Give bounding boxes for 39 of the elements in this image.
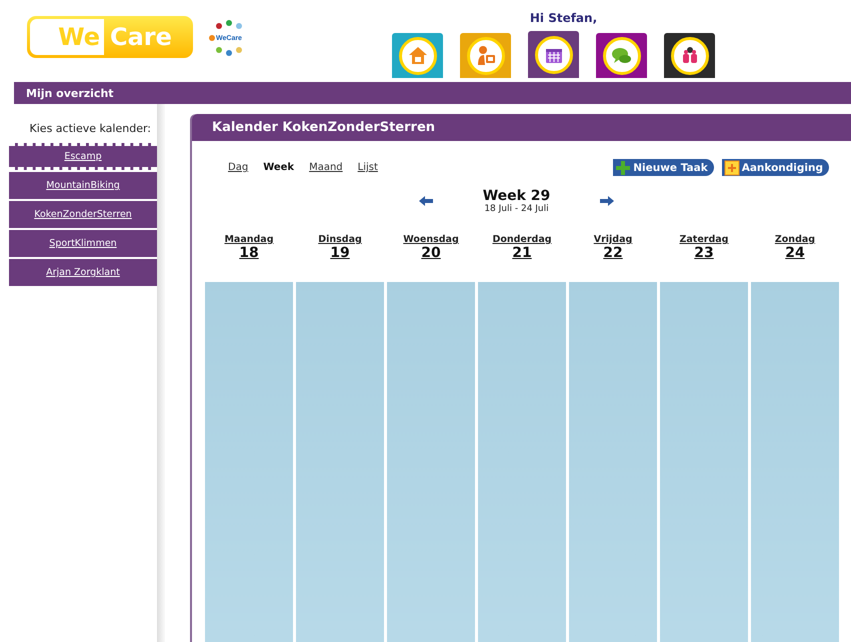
- calendar-item[interactable]: MountainBiking: [9, 172, 157, 199]
- announcement-button[interactable]: Aankondiging: [722, 159, 829, 176]
- day-date[interactable]: 21: [512, 245, 532, 261]
- day-name[interactable]: Maandag: [224, 234, 274, 245]
- day-date[interactable]: 24: [785, 245, 805, 261]
- day-name[interactable]: Donderdag: [492, 234, 552, 245]
- day-name[interactable]: Dinsdag: [318, 234, 362, 245]
- note-plus-icon: [724, 160, 740, 176]
- panel-title: Kalender KokenZonderSterren: [192, 114, 851, 141]
- view-link[interactable]: Maand: [309, 162, 343, 173]
- day-name[interactable]: Woensdag: [403, 234, 459, 245]
- calendar-item[interactable]: KokenZonderSterren: [9, 201, 157, 228]
- new-task-button[interactable]: Nieuwe Taak: [613, 159, 714, 176]
- nav-tab[interactable]: [596, 33, 647, 78]
- view-link[interactable]: Week: [263, 162, 294, 173]
- calendar-item[interactable]: Arjan Zorgklant: [9, 259, 157, 286]
- week-title: Week 29: [482, 188, 550, 204]
- day-date[interactable]: 22: [603, 245, 623, 261]
- calendar-item[interactable]: SportKlimmen: [9, 230, 157, 257]
- nav-bar: Mijn overzicht: [14, 82, 851, 104]
- day-name[interactable]: Zaterdag: [680, 234, 728, 245]
- greeting: Hi Stefan,: [530, 11, 598, 25]
- day-date[interactable]: 18: [239, 245, 259, 261]
- sidebar-label: Kies actieve kalender:: [28, 121, 152, 137]
- view-link[interactable]: Lijst: [358, 162, 378, 173]
- day-name[interactable]: Vrijdag: [594, 234, 632, 245]
- plus-icon: [615, 160, 632, 176]
- day-date[interactable]: 19: [330, 245, 350, 261]
- week-range: 18 Juli - 24 Juli: [484, 204, 549, 214]
- day-date[interactable]: 20: [421, 245, 441, 261]
- nav-tab[interactable]: [528, 31, 579, 78]
- calendar-item[interactable]: Escamp: [9, 143, 157, 170]
- wecare-logo: We Care: [27, 16, 193, 58]
- previous-arrow-icon[interactable]: [418, 196, 433, 206]
- next-arrow-icon[interactable]: [600, 196, 614, 206]
- nav-tab[interactable]: [664, 33, 715, 78]
- day-date[interactable]: 23: [694, 245, 714, 261]
- view-link[interactable]: Dag: [228, 162, 248, 173]
- day-name[interactable]: Zondag: [774, 234, 816, 245]
